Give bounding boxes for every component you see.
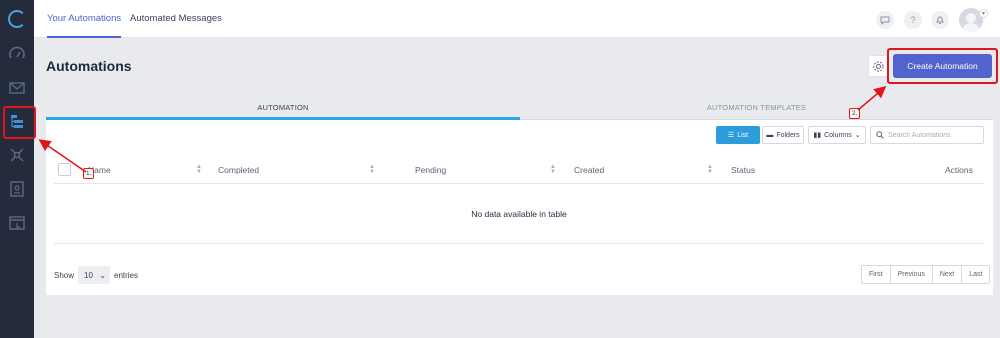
entries-label: entries [114,270,139,280]
browser-window-icon[interactable] [6,212,28,234]
chat-icon[interactable] [876,11,894,29]
logo-icon[interactable] [8,10,26,28]
annotation-step-2: 2. [849,108,861,119]
top-navigation: Your Automations Automated Messages ? ▾ [34,0,1000,38]
list-view-label: List [737,131,749,139]
annotation-highlight-sidebar [3,106,36,139]
table-header: Name ▲ ▼ Completed ▲ ▼ Pending ▲ ▼ Created … [54,156,984,184]
mail-icon[interactable] [6,77,28,99]
automations-panel: ☰List ▬Folders ▮▮Columns⌄ Name ▲▼ Comple… [46,120,993,295]
tab-automation[interactable]: AUTOMATION [46,96,520,120]
page-size-value: 10 [84,270,93,280]
column-status[interactable]: Status [731,156,755,184]
page-size-control: Show 10 ⌄ entries [54,266,138,284]
column-actions: Actions [945,165,973,175]
sort-icon[interactable]: ▲ ▼ [196,164,202,175]
tab-automation-templates[interactable]: AUTOMATION TEMPLATES [520,96,993,120]
help-icon[interactable]: ? [904,11,922,29]
tab-automated-messages[interactable]: Automated Messages [130,0,222,38]
chevron-down-icon: ⌄ [854,132,861,139]
column-created[interactable]: Created [574,156,604,184]
column-completed[interactable]: Completed [218,156,259,184]
page-title: Automations [46,58,132,74]
gear-icon[interactable] [868,55,889,77]
columns-dropdown[interactable]: ▮▮ Columns ⌄ [808,126,866,144]
tab-your-automations[interactable]: Your Automations [47,0,122,38]
last-page-button[interactable]: Last [961,266,990,283]
annotation-highlight-create [887,48,998,84]
search-field[interactable] [870,126,984,144]
bell-icon[interactable] [931,11,949,29]
sort-icon[interactable]: ▲ ▼ [550,164,556,175]
select-all-checkbox[interactable] [58,163,71,176]
network-icon[interactable] [6,144,28,166]
folders-view-label: Folders [776,131,800,139]
folder-icon: ▬ [766,131,774,139]
first-page-button[interactable]: First [862,266,890,283]
list-view-button[interactable]: ☰ List [716,126,760,144]
annotation-step-1: 1. [83,168,95,179]
chevron-down-icon[interactable]: ▾ [979,9,988,18]
columns-icon: ▮▮ [813,132,822,139]
search-input[interactable] [888,131,983,139]
search-icon [876,131,884,139]
chevron-down-icon: ⌄ [99,270,107,280]
next-page-button[interactable]: Next [931,266,962,283]
form-document-icon[interactable] [6,178,28,200]
pagination: First Previous Next Last [861,265,991,284]
page-size-select[interactable]: 10 ⌄ [78,266,111,284]
columns-label: Columns [824,131,852,139]
list-icon: ☰ [727,132,735,139]
speedometer-icon[interactable] [6,43,28,65]
sidebar [0,0,34,338]
show-label: Show [54,270,75,280]
previous-page-button[interactable]: Previous [889,266,932,283]
sort-icon[interactable]: ▲ ▼ [369,164,375,175]
sort-icon[interactable]: ▲ ▼ [707,164,713,175]
folders-view-button[interactable]: ▬ Folders [762,126,804,144]
empty-table-message: No data available in table [54,185,984,244]
column-pending[interactable]: Pending [415,156,446,184]
